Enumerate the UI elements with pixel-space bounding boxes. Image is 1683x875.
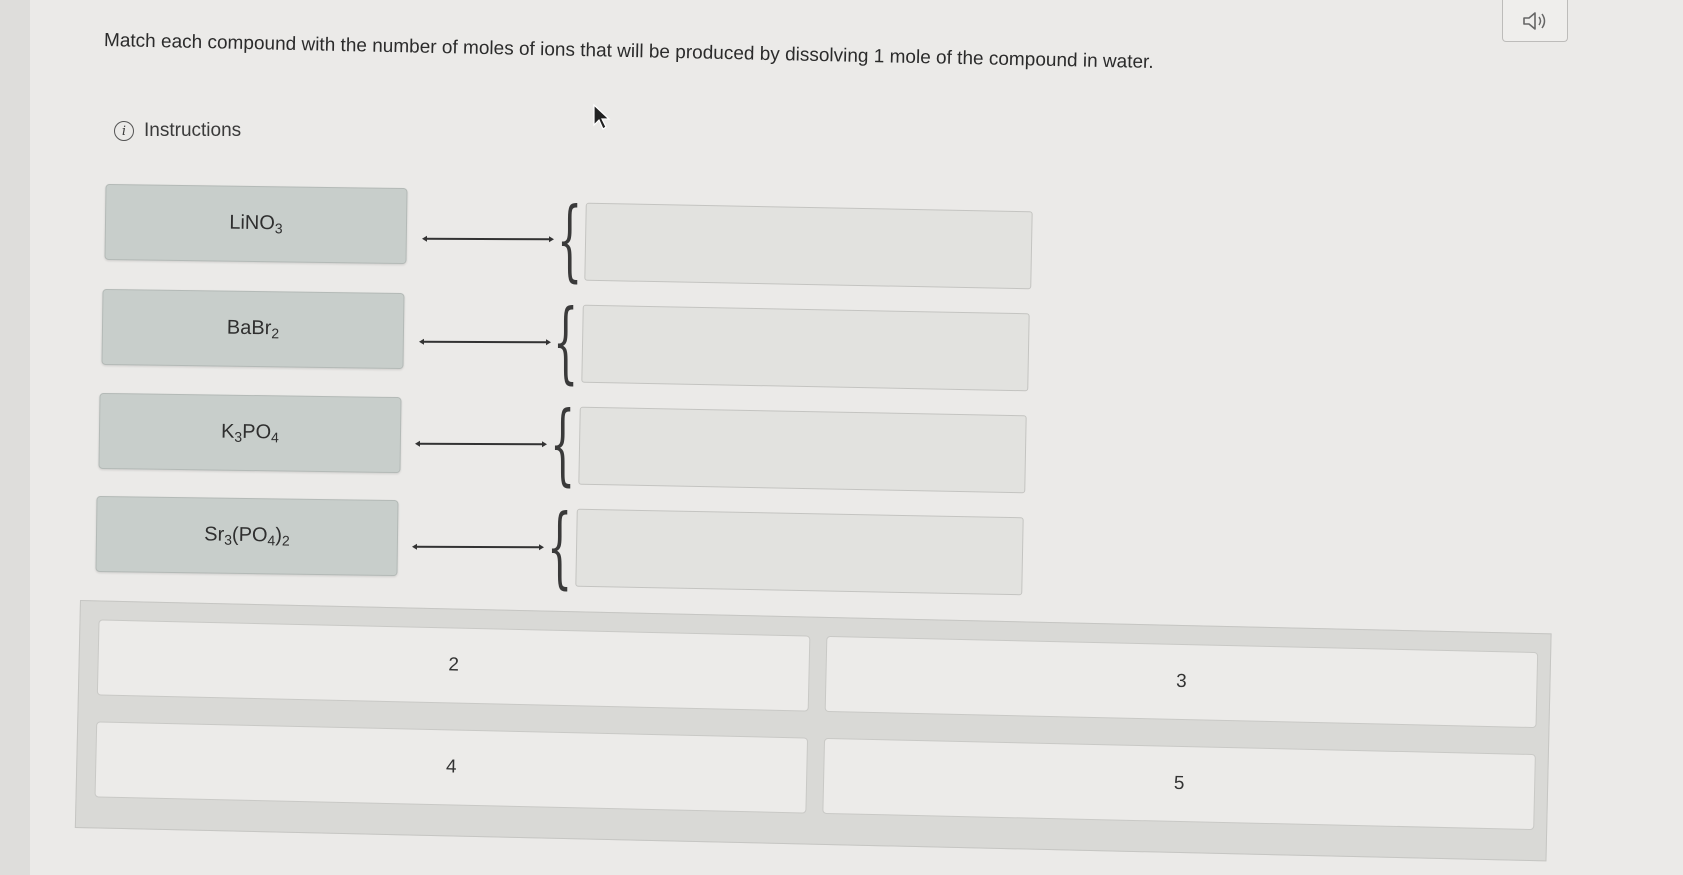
- answer-label: 5: [1173, 772, 1185, 795]
- answer-choice-0[interactable]: 2: [96, 619, 811, 712]
- answer-bank: 2 3 4 5: [74, 600, 1552, 862]
- drop-target-0[interactable]: [584, 202, 1033, 290]
- mouse-cursor-icon: [593, 103, 611, 130]
- brace-glyph: {: [550, 392, 576, 495]
- formula-text: LiNO: [229, 211, 276, 235]
- answer-label: 3: [1175, 670, 1187, 693]
- instructions-link[interactable]: i Instructions: [114, 120, 241, 142]
- left-strip: [0, 0, 30, 875]
- audio-button[interactable]: [1502, 0, 1568, 42]
- compound-formula: K3PO4: [221, 421, 279, 446]
- answer-label: 2: [448, 654, 460, 676]
- formula-text: BaBr: [226, 316, 272, 340]
- brace-glyph: {: [553, 290, 579, 393]
- answer-choice-1[interactable]: 3: [824, 635, 1539, 729]
- drop-target-2[interactable]: [578, 406, 1027, 494]
- formula-subscript: 3: [224, 531, 233, 548]
- brace-glyph: {: [547, 495, 573, 598]
- compound-card-0[interactable]: LiNO3: [104, 183, 408, 265]
- compound-card-2[interactable]: K3PO4: [98, 392, 402, 474]
- answer-choice-2[interactable]: 4: [94, 721, 809, 814]
- formula-text: Sr: [204, 523, 225, 546]
- drop-target-1[interactable]: [581, 304, 1030, 392]
- answer-choice-3[interactable]: 5: [822, 737, 1536, 831]
- compound-formula: LiNO3: [229, 212, 283, 237]
- instructions-label: Instructions: [144, 120, 242, 141]
- formula-subscript: 3: [274, 220, 283, 237]
- info-icon: i: [114, 121, 134, 141]
- answer-label: 4: [445, 756, 457, 778]
- formula-subscript: 2: [271, 325, 280, 342]
- drop-target-3[interactable]: [575, 508, 1024, 596]
- formula-text: PO: [242, 420, 272, 444]
- speaker-icon: [1523, 11, 1546, 30]
- formula-subscript: 4: [270, 429, 279, 446]
- formula-text: K: [220, 420, 235, 443]
- compound-formula: BaBr2: [227, 317, 280, 342]
- formula-text: (PO: [231, 523, 268, 547]
- brace-glyph: {: [557, 188, 583, 291]
- compound-card-1[interactable]: BaBr2: [101, 288, 405, 370]
- compound-formula: Sr3(PO4)2: [204, 523, 290, 548]
- formula-subscript: 2: [281, 532, 290, 549]
- compound-card-3[interactable]: Sr3(PO4)2: [95, 495, 399, 577]
